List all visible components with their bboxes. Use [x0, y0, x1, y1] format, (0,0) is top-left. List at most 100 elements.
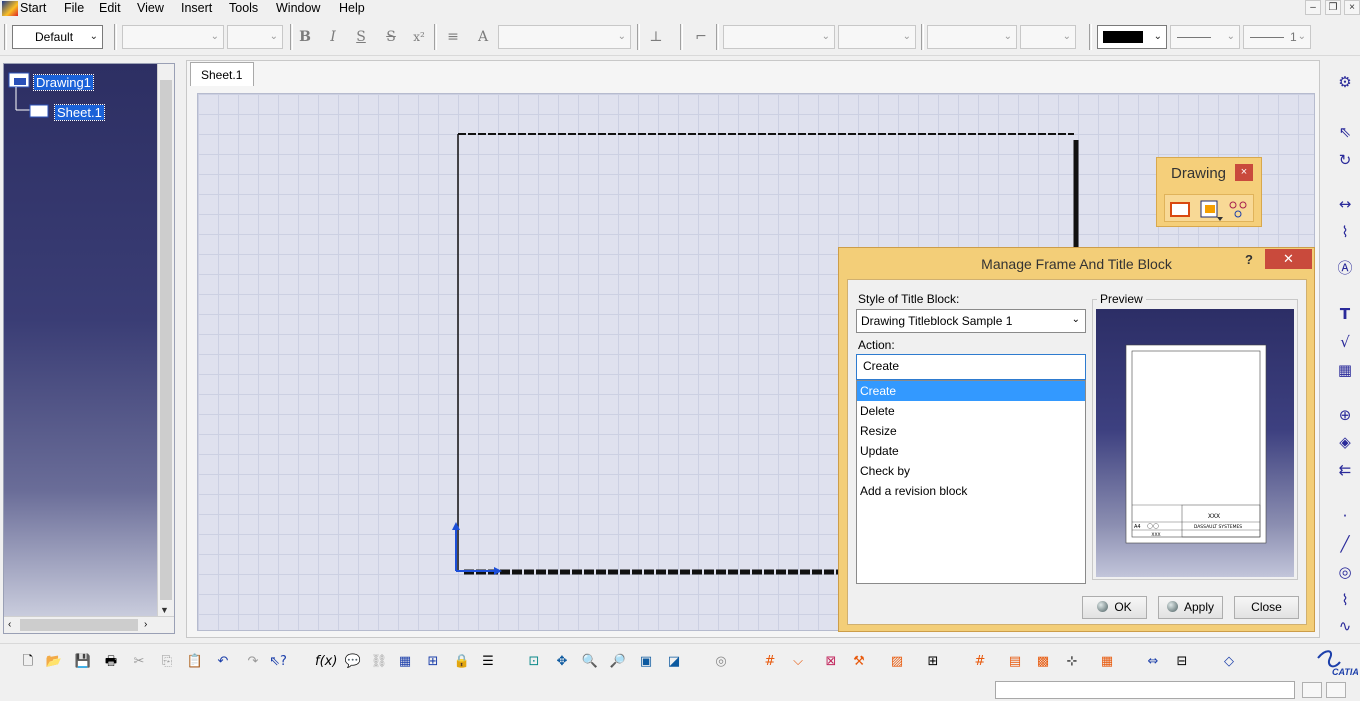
menu-tools[interactable]: Tools: [229, 1, 258, 15]
undo-icon[interactable]: ↶: [213, 652, 233, 672]
font-name-combo[interactable]: ⌄: [122, 25, 224, 49]
menu-view[interactable]: View: [137, 1, 164, 15]
action-list-item[interactable]: Add a revision block: [857, 481, 1085, 501]
copy-icon[interactable]: ⎘: [157, 652, 177, 672]
dimension-system-icon[interactable]: ⚒: [849, 652, 869, 672]
style-combo[interactable]: Default ⌄: [12, 25, 103, 49]
toolbar-grip[interactable]: [637, 24, 640, 50]
open-icon[interactable]: 📂: [44, 652, 64, 672]
print-icon[interactable]: 🖶: [101, 652, 121, 672]
profile-icon[interactable]: ⌇: [1335, 590, 1355, 610]
tree-vertical-scrollbar[interactable]: ▼: [157, 64, 174, 617]
action-list-item[interactable]: Create: [857, 381, 1085, 401]
action-list-item[interactable]: Update: [857, 441, 1085, 461]
catalog-icon[interactable]: ☰: [478, 652, 498, 672]
tolerance-value-combo[interactable]: ⌄: [1020, 25, 1076, 49]
close-icon[interactable]: ×: [1344, 0, 1360, 15]
spline-icon[interactable]: ∿: [1335, 616, 1355, 636]
toolbar-grip[interactable]: [1089, 24, 1092, 50]
menu-start[interactable]: Start: [20, 1, 46, 15]
view-frame-icon[interactable]: ▤: [1005, 652, 1025, 672]
font-size-combo[interactable]: ⌄: [227, 25, 283, 49]
menu-help[interactable]: Help: [339, 1, 365, 15]
ok-button[interactable]: OK: [1082, 596, 1147, 619]
properties-icon[interactable]: ⊟: [1172, 652, 1192, 672]
tolerance-combo[interactable]: ⌄: [723, 25, 835, 49]
bold-button[interactable]: B: [294, 26, 316, 48]
action-list-item[interactable]: Check by: [857, 461, 1085, 481]
underline-button[interactable]: S: [350, 26, 372, 48]
lock-icon[interactable]: 🔒: [452, 652, 472, 672]
pan-icon[interactable]: ✥: [552, 652, 572, 672]
tree-node-sheet[interactable]: Sheet.1: [54, 104, 105, 121]
text-icon[interactable]: T: [1335, 304, 1355, 324]
grid-icon[interactable]: #: [760, 652, 780, 672]
text-frame-icon[interactable]: Ⓐ: [1335, 258, 1355, 278]
3d-view-icon[interactable]: ◇: [1219, 652, 1239, 672]
menu-window[interactable]: Window: [276, 1, 320, 15]
circle-icon[interactable]: ◎: [1335, 562, 1355, 582]
workbench-icon[interactable]: ⚙: [1335, 72, 1355, 92]
restore-icon[interactable]: ❐: [1325, 0, 1341, 15]
toolbar-grip[interactable]: [716, 24, 719, 50]
analysis-icon[interactable]: ⊠: [821, 652, 841, 672]
redo-icon[interactable]: ↷: [243, 652, 263, 672]
paste-icon[interactable]: 📋: [185, 652, 205, 672]
anchor-point-icon[interactable]: ⊥: [645, 26, 667, 48]
normal-view-icon[interactable]: ▣: [636, 652, 656, 672]
minimize-icon[interactable]: –: [1305, 0, 1321, 15]
italic-button[interactable]: I: [322, 26, 344, 48]
linetype-combo[interactable]: ⌄: [1170, 25, 1240, 49]
toolbar-grip[interactable]: [680, 24, 683, 50]
color-combo[interactable]: ⌄: [1097, 25, 1167, 49]
hide-show-icon[interactable]: ◪: [664, 652, 684, 672]
zoom-out-icon[interactable]: 🔎: [608, 652, 628, 672]
toolbar-grip[interactable]: [921, 24, 924, 50]
dress-up-icon[interactable]: ▦: [1097, 652, 1117, 672]
dimension-chain-icon[interactable]: ⌇: [1335, 222, 1355, 242]
detail-icon[interactable]: ▩: [1033, 652, 1053, 672]
swap-icon[interactable]: ◎: [711, 652, 731, 672]
whats-this-icon[interactable]: ⇖?: [268, 652, 288, 672]
toolbar-grip[interactable]: [434, 24, 437, 50]
tree-node-drawing[interactable]: Drawing1: [33, 74, 94, 91]
constraint-icon[interactable]: ⊹: [1062, 652, 1082, 672]
formula-icon[interactable]: f(x): [315, 652, 337, 672]
new-icon[interactable]: 🗋: [18, 652, 38, 672]
status-button-2[interactable]: [1326, 682, 1346, 698]
zoom-in-icon[interactable]: 🔍: [580, 652, 600, 672]
help-button[interactable]: ?: [1245, 252, 1253, 267]
action-list-item[interactable]: Resize: [857, 421, 1085, 441]
link-icon[interactable]: ⛓: [369, 652, 389, 672]
select-icon[interactable]: ⇖: [1335, 122, 1355, 142]
snap-icon[interactable]: ⌵: [788, 652, 808, 672]
position-icon[interactable]: ⇔: [1143, 652, 1163, 672]
title-block-style-combo[interactable]: Drawing Titleblock Sample 1 ⌄: [856, 309, 1086, 333]
close-button[interactable]: Close: [1234, 596, 1299, 619]
tree-icon[interactable]: ⊞: [423, 652, 443, 672]
tree-horizontal-scrollbar[interactable]: ‹ ›: [4, 616, 174, 633]
align-left-icon[interactable]: ≡: [442, 26, 464, 48]
scroll-right-icon[interactable]: ›: [144, 619, 147, 630]
center-line-icon[interactable]: ⊕: [1335, 405, 1355, 425]
save-icon[interactable]: 💾: [73, 652, 93, 672]
dialog-close-icon[interactable]: ✕: [1265, 249, 1312, 269]
strikethrough-button[interactable]: S: [380, 26, 402, 48]
dimension-properties-icon[interactable]: ⌐: [690, 26, 712, 48]
precision-combo[interactable]: ⌄: [838, 25, 916, 49]
sketch-tools-icon[interactable]: ⊞: [923, 652, 943, 672]
roughness-icon[interactable]: √: [1335, 332, 1355, 352]
menu-edit[interactable]: Edit: [99, 1, 121, 15]
display-grid-icon[interactable]: #: [970, 652, 990, 672]
update-icon[interactable]: ↻: [1335, 150, 1355, 170]
status-button-1[interactable]: [1302, 682, 1322, 698]
drawing-toolbar-close-button[interactable]: ×: [1235, 164, 1253, 181]
scroll-thumb[interactable]: [160, 80, 172, 600]
toolbar-grip[interactable]: [114, 24, 117, 50]
action-field[interactable]: Create: [856, 354, 1086, 380]
menu-file[interactable]: File: [64, 1, 84, 15]
fit-all-icon[interactable]: ⊡: [524, 652, 544, 672]
table-icon[interactable]: ▦: [395, 652, 415, 672]
line-weight-combo[interactable]: 1 ⌄: [1243, 25, 1311, 49]
toolbar-grip[interactable]: [4, 24, 7, 50]
